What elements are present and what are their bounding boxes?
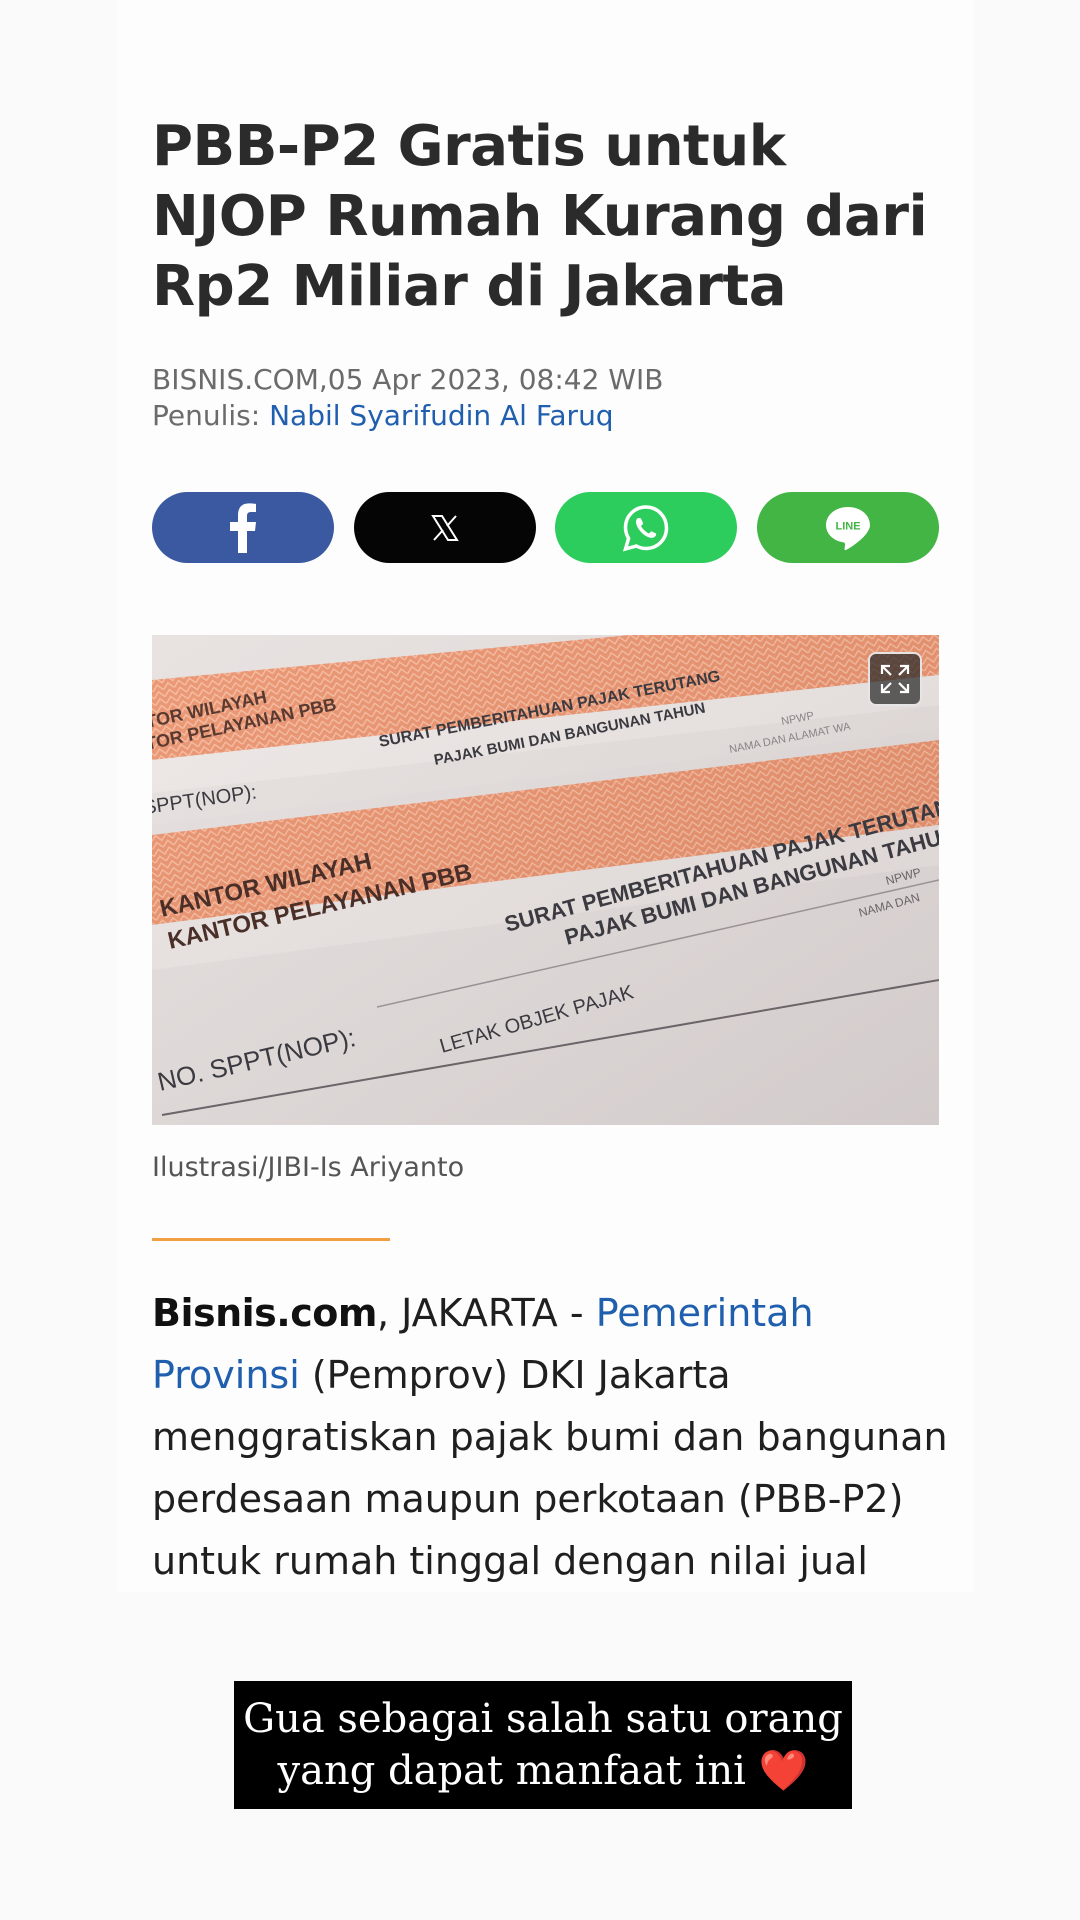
article-photo[interactable]: TOR WILAYAH TOR PELAYANAN PBB SURAT PEMB… xyxy=(152,635,939,1125)
facebook-icon xyxy=(230,502,256,553)
article-title: PBB-P2 Gratis untuk NJOP Rumah Kurang da… xyxy=(152,114,928,319)
section-divider xyxy=(152,1238,390,1241)
share-line-button[interactable]: LINE xyxy=(757,492,939,563)
x-icon xyxy=(431,514,459,541)
share-facebook-button[interactable] xyxy=(152,492,334,563)
source-date: BISNIS.COM,05 Apr 2023, 08:42 WIB xyxy=(152,363,664,396)
author-label: Penulis: xyxy=(152,399,261,432)
article-body: Bisnis.com, JAKARTA - Pemerintah Provins… xyxy=(152,1282,952,1592)
line-icon: LINE xyxy=(826,506,870,550)
author-link[interactable]: Nabil Syarifudin Al Faruq xyxy=(269,399,614,432)
author-line: Penulis: Nabil Syarifudin Al Faruq xyxy=(152,398,663,434)
red-heart-icon: ❤️ xyxy=(758,1748,809,1794)
overlay-line-2: yang dapat manfaat ini ❤️ xyxy=(278,1745,809,1797)
photo-sppt-documents: TOR WILAYAH TOR PELAYANAN PBB SURAT PEMB… xyxy=(152,635,939,1125)
share-whatsapp-button[interactable] xyxy=(555,492,737,563)
whatsapp-icon xyxy=(622,504,669,552)
overlay-line-1: Gua sebagai salah satu orang xyxy=(243,1696,843,1742)
expand-image-button[interactable] xyxy=(868,652,922,706)
body-dateline: , JAKARTA - xyxy=(376,1291,596,1335)
story-screen: PBB-P2 Gratis untuk NJOP Rumah Kurang da… xyxy=(0,0,1080,1920)
body-source: Bisnis.com xyxy=(152,1291,377,1335)
story-caption-overlay: Gua sebagai salah satu orang yang dapat … xyxy=(234,1681,852,1809)
line-icon-label: LINE xyxy=(835,520,860,532)
expand-icon xyxy=(880,664,910,694)
share-x-button[interactable] xyxy=(354,492,536,563)
photo-caption: Ilustrasi/JIBI-Is Ariyanto xyxy=(152,1152,465,1183)
overlay-line-2-text: yang dapat manfaat ini xyxy=(277,1748,746,1794)
share-buttons: LINE xyxy=(152,492,939,563)
article-meta: BISNIS.COM,05 Apr 2023, 08:42 WIB Penuli… xyxy=(152,362,663,434)
